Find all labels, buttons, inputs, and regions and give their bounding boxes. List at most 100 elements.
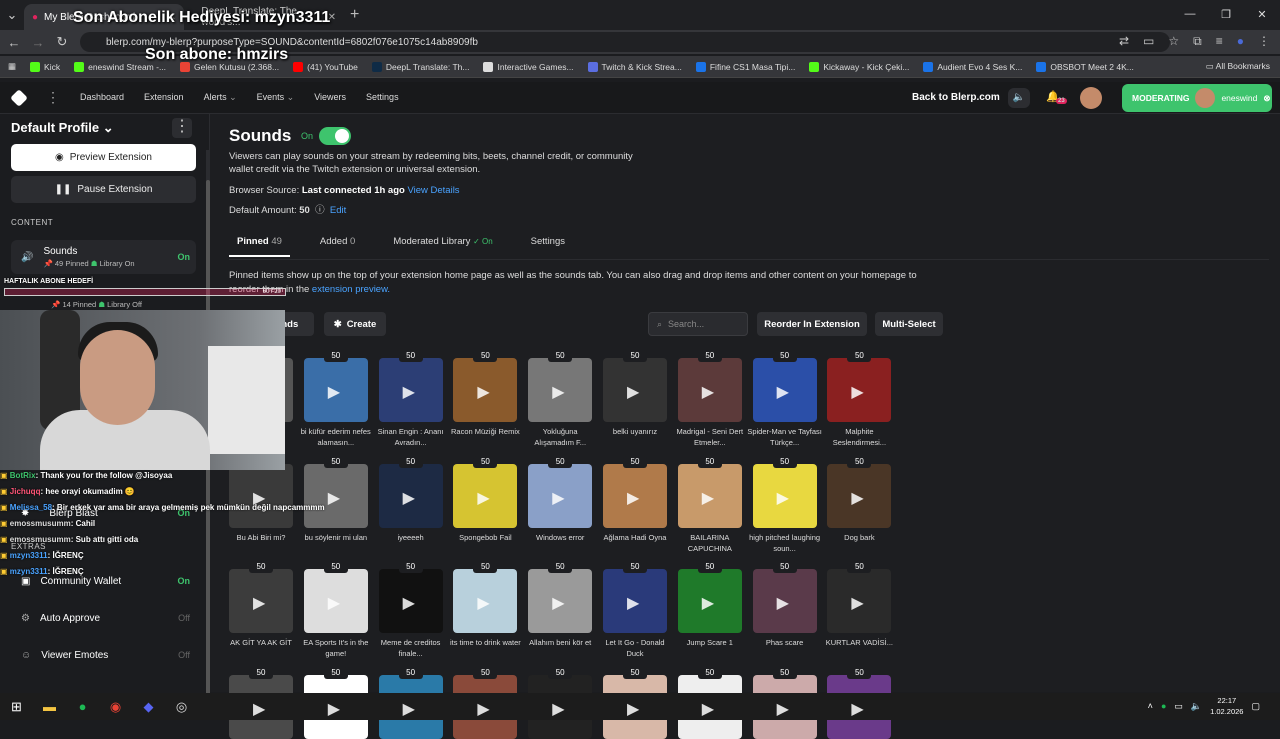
new-tab-icon[interactable]: + [350,6,359,24]
bookmark[interactable]: DeepL Translate: Th... [371,61,469,72]
pause-extension-button[interactable]: ❚❚ Pause Extension [11,176,196,203]
nav-viewers[interactable]: Viewers [314,92,346,103]
multi-select-button[interactable]: Multi-Select [875,312,943,336]
windows-start-icon[interactable]: ⊞ [0,693,33,720]
play-icon[interactable]: ▶ [777,593,789,613]
sidebar-item-viewer-emotes[interactable]: ☺ Viewer Emotes Off [11,638,196,672]
nav-dashboard[interactable]: Dashboard [80,92,124,103]
bookmark[interactable]: Audient Evo 4 Ses K... [923,61,1022,72]
extension-preview-link[interactable]: extension preview. [312,284,390,295]
play-icon[interactable]: ▶ [477,382,489,402]
tab-search-icon[interactable]: ⌄ [0,7,24,23]
bookmark[interactable]: Fifine CS1 Masa Tipi... [695,61,795,72]
reload-icon[interactable]: ↻ [50,34,74,50]
play-icon[interactable]: ▶ [702,593,714,613]
play-icon[interactable]: ▶ [253,699,265,719]
play-icon[interactable]: ▶ [403,488,415,508]
play-icon[interactable]: ▶ [627,699,639,719]
moderating-button[interactable]: MODERATING eneswind ⊗ [1122,84,1272,112]
nav-extension[interactable]: Extension [144,92,184,103]
back-arrow-icon[interactable]: ← [2,35,26,50]
more-icon[interactable]: ⋮ [46,89,60,106]
play-icon[interactable]: ▶ [552,699,564,719]
nav-events[interactable]: Events [257,92,295,103]
network-icon[interactable]: ▭ [1174,701,1183,712]
sidebar-item-auto-approve[interactable]: ⚙ Auto Approve Off [11,601,196,635]
play-icon[interactable]: ▶ [851,699,863,719]
play-icon[interactable]: ▶ [702,699,714,719]
play-icon[interactable]: ▶ [552,593,564,613]
nav-alerts[interactable]: Alerts [204,92,237,103]
all-bookmarks[interactable]: ▭ All Bookmarks [1206,61,1270,72]
sounds-toggle[interactable] [319,127,351,145]
close-circle-icon[interactable]: ⊗ [1263,93,1270,104]
clock[interactable]: 22:17 1.02.2026 [1210,695,1243,717]
create-button[interactable]: ✱ Create [324,312,386,336]
chrome-icon[interactable]: ◉ [99,693,132,720]
tray-chevron-icon[interactable]: ˄ [1148,701,1153,711]
play-icon[interactable]: ▶ [403,382,415,402]
bookmark[interactable]: Kickaway - Kick Çeki... [809,61,909,72]
play-icon[interactable]: ▶ [702,488,714,508]
play-icon[interactable]: ▶ [627,382,639,402]
play-icon[interactable]: ▶ [627,593,639,613]
play-icon[interactable]: ▶ [477,593,489,613]
sidebar-item-sounds[interactable]: 🔊 Sounds 📌 49 Pinned ☗ Library On On [11,240,196,274]
profile-selector[interactable]: Default Profile ⌄ [11,120,114,136]
profile-icon[interactable]: ● [1237,34,1244,49]
play-icon[interactable]: ▶ [328,382,340,402]
play-icon[interactable]: ▶ [777,488,789,508]
volume-icon[interactable]: 🔈 [1008,88,1030,108]
play-icon[interactable]: ▶ [403,593,415,613]
nav-settings[interactable]: Settings [366,92,399,103]
tab-settings[interactable]: Settings [523,227,573,257]
play-icon[interactable]: ▶ [403,699,415,719]
bookmark[interactable]: Twitch & Kick Strea... [587,61,682,72]
notifications-icon[interactable]: ▢ [1251,701,1260,712]
play-icon[interactable]: ▶ [552,488,564,508]
menu-dots-icon[interactable]: ⋮ [1258,34,1270,49]
tab-added[interactable]: Added 0 [312,227,363,257]
close-window-icon[interactable]: ✕ [1244,0,1280,28]
preview-extension-button[interactable]: ◉ Preview Extension [11,144,196,171]
bookmark[interactable]: (41) YouTube [293,61,358,72]
notification-bell-icon[interactable]: 🔔 23 [1046,90,1067,104]
edit-link[interactable]: Edit [330,205,346,216]
play-icon[interactable]: ▶ [777,699,789,719]
file-explorer-icon[interactable]: ▬ [33,693,66,720]
discord-icon[interactable]: ◆ [132,693,165,720]
play-icon[interactable]: ▶ [851,488,863,508]
tray-spotify-icon[interactable]: ● [1161,701,1166,711]
extensions-icon[interactable]: ⧉ [1193,34,1202,49]
play-icon[interactable]: ▶ [328,699,340,719]
search-input[interactable]: ⌕ Search... [648,312,748,336]
play-icon[interactable]: ▶ [253,593,265,613]
volume-tray-icon[interactable]: 🔈 [1191,701,1202,712]
spotify-icon[interactable]: ● [66,693,99,720]
obs-icon[interactable]: ◎ [165,693,198,720]
translate-icon[interactable]: ⇄ [1119,34,1129,49]
reorder-button[interactable]: Reorder In Extension [757,312,867,336]
bookmark[interactable]: Kick [30,61,60,72]
play-icon[interactable]: ▶ [777,382,789,402]
forward-arrow-icon[interactable]: → [26,35,50,50]
apps-icon[interactable]: ▦ [8,61,16,72]
tab-pinned[interactable]: Pinned 49 [229,227,290,257]
play-icon[interactable]: ▶ [627,488,639,508]
back-to-blerp-link[interactable]: Back to Blerp.com [912,92,1000,103]
play-icon[interactable]: ▶ [477,699,489,719]
media-icon[interactable]: ≡ [1216,34,1223,49]
view-details-link[interactable]: View Details [407,185,459,196]
minimize-icon[interactable]: — [1172,0,1208,28]
bookmark[interactable]: Interactive Games... [483,61,574,72]
play-icon[interactable]: ▶ [477,488,489,508]
play-icon[interactable]: ▶ [851,382,863,402]
play-icon[interactable]: ▶ [552,382,564,402]
play-icon[interactable]: ▶ [702,382,714,402]
tab-moderated-library[interactable]: Moderated Library ✓ On [385,227,500,257]
restore-icon[interactable]: ❐ [1208,0,1244,28]
bookmark-star-icon[interactable]: ☆ [1168,34,1179,49]
play-icon[interactable]: ▶ [851,593,863,613]
user-avatar[interactable] [1080,87,1102,109]
profile-menu-icon[interactable]: ⋮ [172,118,192,138]
